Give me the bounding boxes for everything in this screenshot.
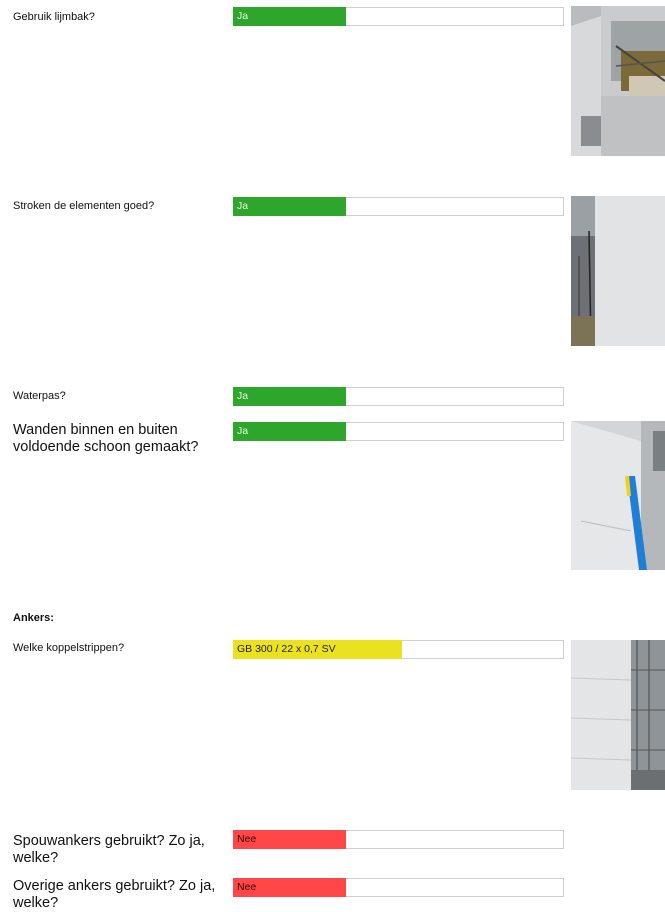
answer-field-waterpas[interactable]: Ja (233, 387, 564, 406)
question-gebruik-lijmbak: Gebruik lijmbak? (13, 11, 95, 23)
answer-field-spouwankers[interactable]: Nee (233, 830, 564, 849)
answer-badge: Ja (233, 387, 346, 406)
answer-field-koppelstrippen[interactable]: GB 300 / 22 x 0,7 SV (233, 640, 564, 659)
wall-photo (571, 196, 665, 346)
question-koppelstrippen: Welke koppelstrippen? (13, 642, 125, 654)
answer-field-overige-ankers[interactable]: Nee (233, 878, 564, 897)
answer-badge: GB 300 / 22 x 0,7 SV (233, 640, 402, 659)
answer-badge: Ja (233, 7, 346, 26)
answer-field-gebruik-lijmbak[interactable]: Ja (233, 7, 564, 26)
section-ankers-heading: Ankers: (13, 612, 54, 624)
question-spouwankers: Spouwankers gebruikt? Zo ja, welke? (13, 833, 205, 866)
answer-field-stroken-elementen[interactable]: Ja (233, 197, 564, 216)
question-overige-ankers: Overige ankers gebruikt? Zo ja, welke? (13, 878, 216, 911)
answer-field-wanden-schoon[interactable]: Ja (233, 422, 564, 441)
question-stroken-elementen: Stroken de elementen goed? (13, 200, 155, 212)
construction-site-photo (571, 6, 665, 156)
question-wanden-schoon: Wanden binnen en buiten voldoende schoon… (13, 422, 199, 455)
answer-badge: Nee (233, 830, 346, 849)
wall-level-photo (571, 421, 665, 570)
wall-corner-photo (571, 640, 665, 790)
question-waterpas: Waterpas? (13, 390, 66, 402)
answer-badge: Ja (233, 197, 346, 216)
answer-badge: Nee (233, 878, 346, 897)
answer-badge: Ja (233, 422, 346, 441)
